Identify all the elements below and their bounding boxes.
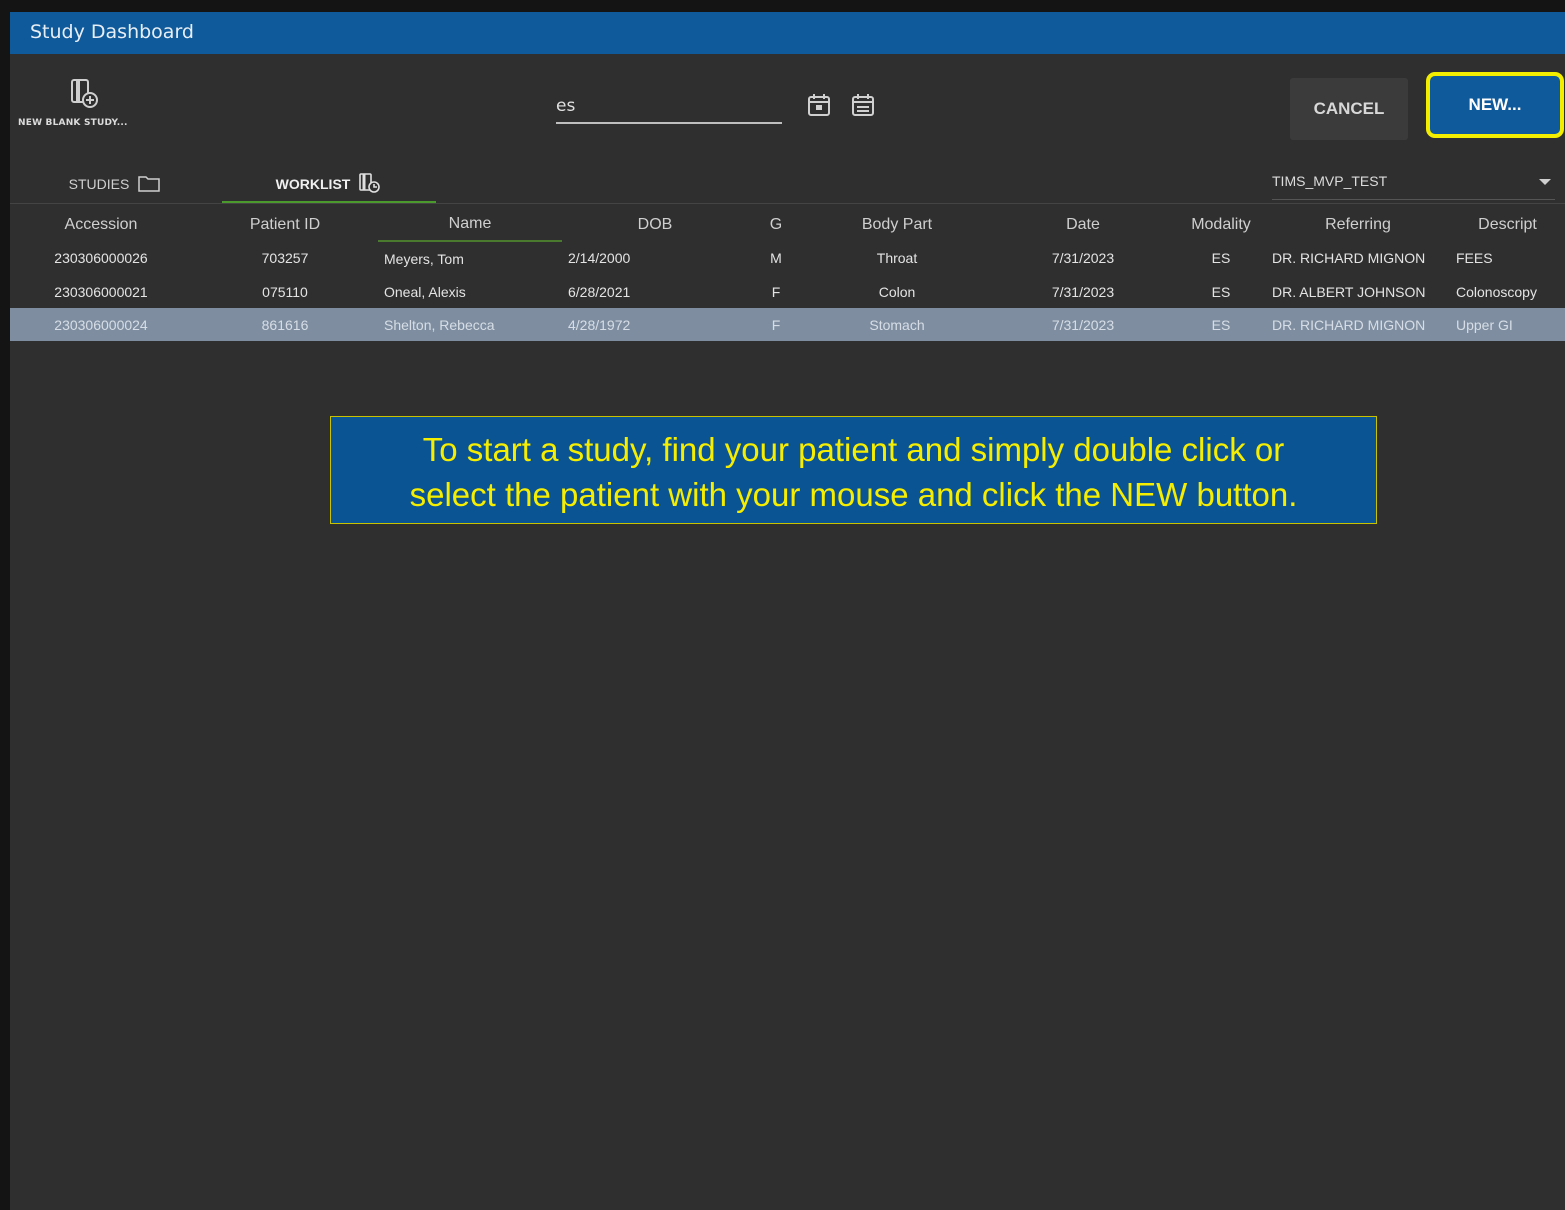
- tab-studies-label: STUDIES: [68, 176, 130, 192]
- table-row[interactable]: 230306000021 075110 Oneal, Alexis 6/28/2…: [10, 275, 1565, 308]
- site-dropdown-value: TIMS_MVP_TEST: [1272, 173, 1388, 189]
- cell-name: Meyers, Tom: [384, 250, 464, 267]
- cell-name: Oneal, Alexis: [384, 283, 466, 300]
- cell-dob: 2/14/2000: [568, 250, 631, 266]
- calendar-range-icon[interactable]: [850, 92, 876, 118]
- instruction-callout: To start a study, find your patient and …: [330, 416, 1377, 524]
- window-title: Study Dashboard: [30, 21, 194, 43]
- cell-modality: ES: [1211, 250, 1231, 266]
- new-blank-study-button[interactable]: NEW BLANK STUDY...: [18, 74, 158, 134]
- divider: [10, 203, 1565, 204]
- cell-gender: F: [748, 308, 804, 341]
- cell-accession: 230306000021: [54, 283, 148, 300]
- cell-accession: 230306000024: [10, 308, 192, 341]
- cell-dob: 4/28/1972: [562, 308, 748, 341]
- cell-gender: M: [770, 250, 782, 266]
- site-dropdown[interactable]: TIMS_MVP_TEST: [1272, 167, 1555, 200]
- table-row-selected[interactable]: 230306000024 861616 Shelton, Rebecca 4/2…: [10, 308, 1565, 341]
- column-header-gender[interactable]: G: [748, 208, 804, 241]
- column-header-accession[interactable]: Accession: [10, 208, 192, 241]
- cell-date: 7/31/2023: [1051, 250, 1115, 266]
- new-button[interactable]: NEW...: [1426, 72, 1564, 138]
- worklist-table: Accession Patient ID Name DOB G Body Par…: [10, 208, 1565, 341]
- cell-date: 7/31/2023: [1051, 283, 1115, 300]
- tab-worklist[interactable]: WORKLIST: [222, 167, 436, 204]
- cell-description: Colonoscopy: [1456, 283, 1537, 300]
- new-blank-study-label: NEW BLANK STUDY...: [18, 118, 128, 128]
- cell-patient-id: 703257: [261, 250, 309, 266]
- column-header-modality[interactable]: Modality: [1176, 208, 1266, 241]
- search-box[interactable]: [556, 92, 782, 124]
- column-header-date[interactable]: Date: [990, 208, 1176, 241]
- callout-line-1: To start a study, find your patient and …: [422, 431, 1285, 468]
- folder-icon: [137, 173, 161, 196]
- cell-name: Shelton, Rebecca: [378, 308, 562, 341]
- search-input[interactable]: [556, 92, 782, 120]
- cell-modality: ES: [1211, 283, 1231, 300]
- cell-body-part: Stomach: [804, 308, 990, 341]
- cell-patient-id: 075110: [262, 283, 308, 300]
- column-header-dob[interactable]: DOB: [562, 208, 748, 241]
- callout-line-2: select the patient with your mouse and c…: [409, 476, 1298, 513]
- title-bar: Study Dashboard: [10, 12, 1565, 54]
- cell-patient-id: 861616: [192, 308, 378, 341]
- calendar-day-icon[interactable]: [806, 92, 832, 118]
- worklist-icon: [358, 172, 382, 197]
- column-header-name[interactable]: Name: [378, 208, 562, 242]
- cell-body-part: Throat: [876, 250, 918, 266]
- cancel-button[interactable]: CANCEL: [1290, 78, 1408, 140]
- table-header-row: Accession Patient ID Name DOB G Body Par…: [10, 208, 1565, 242]
- cell-dob: 6/28/2021: [568, 283, 631, 300]
- new-study-icon: [68, 76, 102, 114]
- cell-referring: DR. ALBERT JOHNSON: [1272, 283, 1426, 300]
- cell-modality: ES: [1176, 308, 1266, 341]
- study-dashboard-window: Study Dashboard NEW BLANK STUDY... es CA…: [10, 12, 1565, 1210]
- cell-date: 7/31/2023: [990, 308, 1176, 341]
- column-header-description[interactable]: Descript: [1450, 208, 1565, 241]
- cell-referring: DR. RICHARD MIGNON: [1266, 308, 1450, 341]
- column-header-body-part[interactable]: Body Part: [804, 208, 990, 241]
- cell-accession: 230306000026: [54, 250, 148, 266]
- tab-studies[interactable]: STUDIES: [50, 167, 180, 201]
- cell-body-part: Colon: [878, 283, 916, 300]
- column-header-patient-id[interactable]: Patient ID: [192, 208, 378, 241]
- tab-worklist-label: WORKLIST: [275, 176, 351, 192]
- chevron-down-icon: [1539, 179, 1551, 185]
- cell-gender: F: [771, 283, 781, 300]
- column-header-referring[interactable]: Referring: [1266, 208, 1450, 241]
- cell-description: FEES: [1456, 250, 1493, 266]
- cell-referring: DR. RICHARD MIGNON: [1272, 250, 1426, 266]
- cell-description: Upper GI: [1450, 308, 1565, 341]
- table-row[interactable]: 230306000026 703257 Meyers, Tom 2/14/200…: [10, 241, 1565, 275]
